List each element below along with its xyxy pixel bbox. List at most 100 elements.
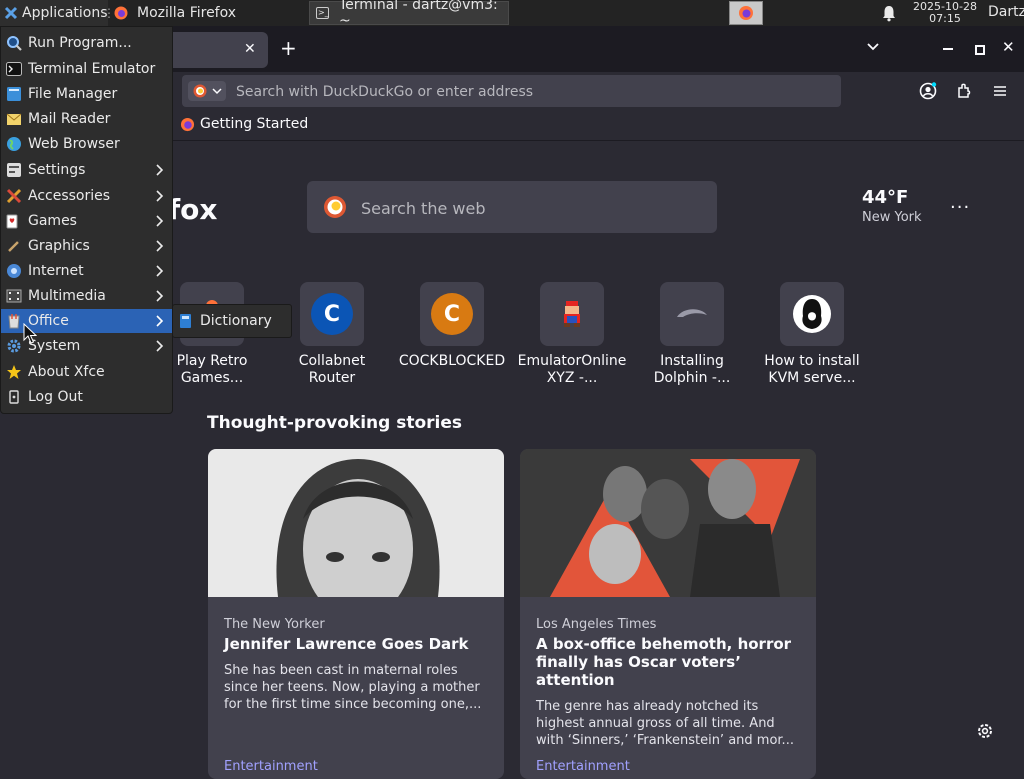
close-window-button[interactable]: ✕	[1002, 38, 1015, 56]
terminal-icon: >_	[316, 7, 329, 19]
story-image-portrait	[208, 449, 504, 619]
story-source: The New Yorker	[224, 617, 325, 632]
office-submenu: Dictionary	[172, 304, 292, 338]
menu-item-games[interactable]: Games	[1, 209, 172, 233]
menu-item-log-out[interactable]: Log Out	[1, 385, 172, 409]
chevron-right-icon	[156, 164, 164, 176]
gear-icon[interactable]	[975, 721, 995, 741]
taskbar-terminal[interactable]: >_ Terminal - dartz@vm3: ~	[309, 0, 509, 29]
taskbar-firefox-label: Mozilla Firefox	[137, 5, 237, 21]
shortcut-icon-box: C	[420, 282, 484, 346]
chevron-right-icon	[156, 290, 164, 302]
weather-temp: 44°F	[862, 187, 909, 208]
hamburger-menu-icon[interactable]	[991, 82, 1009, 100]
shortcut-label: Installing Dolphin -...	[653, 353, 731, 386]
menu-item-mail-reader[interactable]: Mail Reader	[1, 107, 172, 131]
web-search-box[interactable]	[307, 181, 717, 235]
file-manager-icon	[7, 87, 21, 101]
logout-icon	[9, 390, 19, 404]
menu-item-run-program[interactable]: Run Program...	[1, 31, 172, 55]
shortcut-tile[interactable]: Installing Dolphin -...	[637, 282, 747, 387]
terminal-icon	[6, 62, 22, 76]
menu-item-multimedia[interactable]: Multimedia	[1, 284, 172, 308]
story-card[interactable]: The New Yorker Jennifer Lawrence Goes Da…	[208, 449, 504, 779]
taskbar-firefox[interactable]: Mozilla Firefox	[114, 1, 236, 25]
duckduckgo-icon	[193, 84, 207, 98]
menu-item-label: Accessories	[28, 188, 111, 204]
weather-widget[interactable]: 44°F New York	[862, 187, 922, 225]
mouse-cursor-icon	[23, 323, 37, 344]
url-bar[interactable]	[182, 75, 841, 109]
xfce-icon	[4, 6, 18, 20]
cockblocked-letter-icon: C	[431, 293, 473, 335]
menu-item-web-browser[interactable]: Web Browser	[1, 132, 172, 156]
clock[interactable]: 2025-10-28 07:15	[906, 1, 984, 25]
firefox-launcher[interactable]	[729, 1, 763, 25]
search-engine-button[interactable]	[188, 81, 226, 101]
shortcut-label: Collabnet Router	[298, 353, 366, 386]
menu-item-settings[interactable]: Settings	[1, 158, 172, 182]
chevron-right-icon	[156, 215, 164, 227]
menu-item-label: Web Browser	[28, 136, 120, 152]
applications-label: Applications	[22, 5, 108, 21]
stories-heading: Thought-provoking stories	[207, 413, 463, 433]
collabnet-letter-icon: C	[311, 293, 353, 335]
duckduckgo-icon	[324, 196, 346, 218]
shortcut-tile[interactable]: C COCKBLOCKED	[397, 282, 507, 370]
close-tab-icon[interactable]: ✕	[244, 41, 256, 57]
story-card[interactable]: Los Angeles Times A box-office behemoth,…	[520, 449, 816, 779]
xfce-panel: Applications ⋮ Mozilla Firefox >_ Termin…	[0, 0, 1024, 29]
menu-item-label: Graphics	[28, 238, 90, 254]
url-input[interactable]	[234, 75, 828, 109]
menu-item-label: Log Out	[28, 389, 83, 405]
shortcut-icon-box: C	[300, 282, 364, 346]
shortcut-tile[interactable]: C Collabnet Router	[277, 282, 387, 387]
web-search-input[interactable]	[359, 181, 703, 235]
chevron-down-icon[interactable]	[866, 40, 880, 54]
bookmark-getting-started[interactable]: Getting Started	[180, 116, 308, 132]
bell-icon[interactable]	[880, 4, 898, 22]
maximize-button[interactable]	[975, 45, 985, 55]
shortcut-tile[interactable]: EmulatorOnline XYZ -...	[517, 282, 627, 387]
story-headline: Jennifer Lawrence Goes Dark	[224, 635, 469, 653]
games-icon	[6, 214, 18, 229]
menu-item-graphics[interactable]: Graphics	[1, 234, 172, 258]
menu-item-label: Internet	[28, 263, 84, 279]
star-icon	[7, 365, 21, 379]
extensions-icon[interactable]	[955, 82, 973, 100]
shortcut-label: How to install KVM serve...	[764, 353, 860, 386]
story-excerpt: The genre has already notched its highes…	[536, 699, 794, 748]
account-icon[interactable]	[919, 82, 937, 100]
firefox-icon	[114, 6, 128, 20]
menu-item-terminal-emulator[interactable]: Terminal Emulator	[1, 57, 172, 81]
menu-item-label: File Manager	[28, 86, 118, 102]
shortcut-icon-box	[540, 282, 604, 346]
story-image-collage	[520, 449, 816, 597]
multimedia-icon	[6, 289, 22, 303]
chevron-right-icon	[156, 315, 164, 327]
shortcut-icon-box	[660, 282, 724, 346]
new-tab-button[interactable]: +	[280, 36, 297, 60]
minimize-button[interactable]	[943, 48, 953, 50]
applications-menu: Run Program... Terminal Emulator File Ma…	[0, 26, 173, 414]
weather-more-button[interactable]: ···	[950, 197, 970, 218]
firefox-icon	[180, 117, 195, 131]
applications-menu-button[interactable]: Applications	[0, 0, 108, 26]
menu-item-file-manager[interactable]: File Manager	[1, 82, 172, 106]
chevron-right-icon	[156, 240, 164, 252]
story-category[interactable]: Entertainment	[536, 759, 630, 774]
shortcut-label: EmulatorOnline XYZ -...	[517, 353, 627, 386]
shortcut-tile[interactable]: How to install KVM serve...	[757, 282, 867, 387]
menu-item-label: Mail Reader	[28, 111, 111, 127]
story-category[interactable]: Entertainment	[224, 759, 318, 774]
weather-city: New York	[862, 210, 922, 225]
office-icon	[8, 314, 20, 329]
menu-item-label: Dictionary	[200, 313, 272, 329]
menu-item-about-xfce[interactable]: About Xfce	[1, 360, 172, 384]
menu-item-internet[interactable]: Internet	[1, 259, 172, 283]
menu-item-dictionary[interactable]: Dictionary	[173, 309, 291, 333]
firefox-icon	[739, 6, 753, 20]
user-menu[interactable]: Dartz	[988, 4, 1024, 20]
menu-item-accessories[interactable]: Accessories	[1, 184, 172, 208]
story-headline: A box-office behemoth, horror finally ha…	[536, 635, 792, 689]
